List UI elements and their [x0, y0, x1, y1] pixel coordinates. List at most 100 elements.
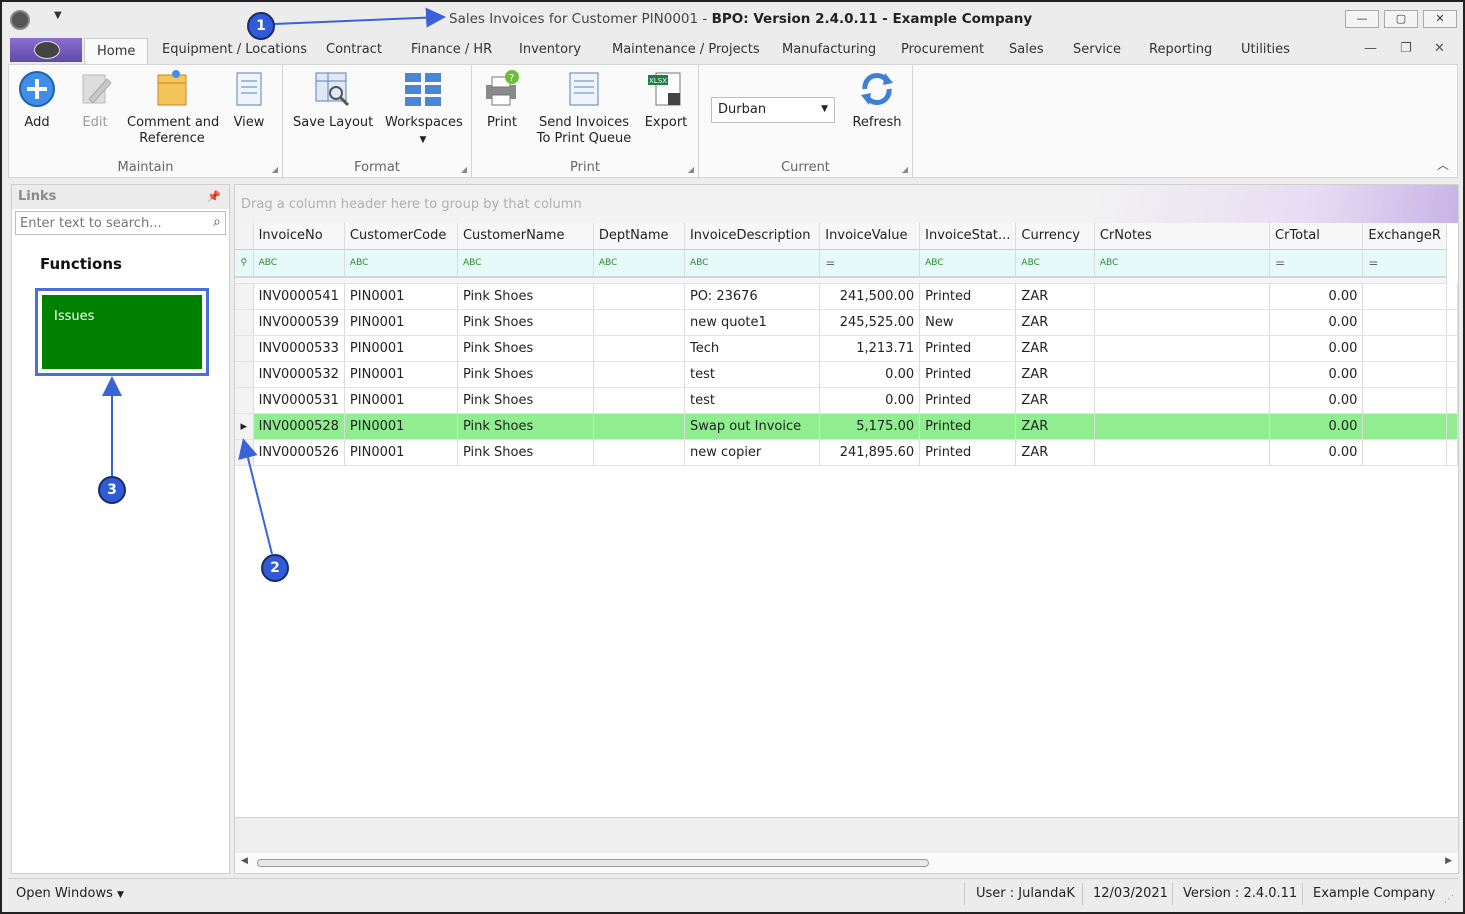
workspaces-button[interactable]: Workspaces ▼ [385, 69, 463, 148]
cell-crtotal[interactable]: 0.00 [1269, 283, 1364, 310]
table-row[interactable]: INV0000541 PIN0001 Pink Shoes PO: 23676 241,… [235, 283, 1458, 310]
cell-customercode[interactable]: PIN0001 [344, 309, 458, 336]
cell-currency[interactable]: ZAR [1015, 309, 1095, 336]
refresh-button[interactable]: Refresh [849, 69, 905, 131]
close-button[interactable]: ✕ [1423, 10, 1457, 28]
horizontal-scrollbar[interactable]: ◀ ▶ [235, 853, 1458, 873]
cell-customername[interactable]: Pink Shoes [457, 439, 594, 466]
cell-invoiceno[interactable]: INV0000526 [253, 439, 345, 466]
column-header-currency[interactable]: Currency [1015, 223, 1095, 250]
mdi-close-icon[interactable]: ✕ [1434, 41, 1445, 56]
cell-invoicedescription[interactable]: new copier [684, 439, 821, 466]
table-row[interactable]: INV0000532 PIN0001 Pink Shoes test 0.00 Print… [235, 361, 1458, 388]
cell-deptname[interactable] [593, 387, 685, 414]
cell-currency[interactable]: ZAR [1015, 439, 1095, 466]
tab-manufacturing[interactable]: Manufacturing [782, 42, 876, 57]
row-indicator[interactable] [235, 439, 254, 466]
group-by-panel[interactable]: Drag a column header here to group by th… [235, 185, 1458, 223]
cell-exchange[interactable] [1362, 387, 1447, 414]
filter-contains-icon[interactable]: ABC [457, 249, 594, 278]
cell-crtotal[interactable]: 0.00 [1269, 439, 1364, 466]
cell-invoicevalue[interactable]: 1,213.71 [819, 335, 921, 362]
cell-invoiceno[interactable]: INV0000531 [253, 387, 345, 414]
row-indicator[interactable] [235, 283, 254, 310]
column-header-invoicevalue[interactable]: InvoiceValue [819, 223, 921, 250]
tab-service[interactable]: Service [1073, 42, 1121, 57]
tab-sales[interactable]: Sales [1009, 42, 1044, 57]
table-row[interactable]: INV0000531 PIN0001 Pink Shoes test 0.00 Print… [235, 387, 1458, 414]
column-header-invoiceno[interactable]: InvoiceNo [253, 223, 345, 250]
cell-crnotes[interactable] [1094, 309, 1271, 336]
cell-customername[interactable]: Pink Shoes [457, 283, 594, 310]
current-launcher-icon[interactable]: ◢ [902, 165, 908, 174]
edit-button[interactable]: Edit [73, 69, 117, 131]
cell-customercode[interactable]: PIN0001 [344, 361, 458, 388]
cell-currency[interactable]: ZAR [1015, 387, 1095, 414]
tab-utilities[interactable]: Utilities [1241, 42, 1290, 57]
cell-customercode[interactable]: PIN0001 [344, 439, 458, 466]
print-launcher-icon[interactable]: ◢ [688, 165, 694, 174]
row-focus-indicator-icon[interactable]: ▸ [235, 413, 254, 440]
cell-invoicestatus[interactable]: Printed [919, 439, 1017, 466]
filter-contains-icon[interactable]: ABC [1015, 249, 1095, 278]
tab-home[interactable]: Home [84, 38, 149, 65]
column-header-crnotes[interactable]: CrNotes [1094, 223, 1271, 250]
column-header-customername[interactable]: CustomerName [457, 223, 594, 250]
column-header-customercode[interactable]: CustomerCode [344, 223, 458, 250]
maintain-launcher-icon[interactable]: ◢ [272, 165, 278, 174]
filter-equals-icon[interactable]: = [819, 249, 921, 278]
cell-crnotes[interactable] [1094, 439, 1271, 466]
filter-contains-icon[interactable]: ABC [344, 249, 458, 278]
cell-exchange[interactable] [1362, 439, 1447, 466]
cell-invoicevalue[interactable]: 241,500.00 [819, 283, 921, 310]
column-header-invoicestatus[interactable]: InvoiceStat... [919, 223, 1017, 250]
tab-equipment-locations[interactable]: Equipment / Locations [162, 42, 307, 57]
cell-currency[interactable]: ZAR [1015, 413, 1095, 440]
filter-contains-icon[interactable]: ABC [684, 249, 821, 278]
row-indicator[interactable] [235, 361, 254, 388]
cell-crtotal[interactable]: 0.00 [1269, 309, 1364, 336]
table-row[interactable]: INV0000526 PIN0001 Pink Shoes new copier 241… [235, 439, 1458, 466]
scroll-left-icon[interactable]: ◀ [241, 856, 248, 866]
cell-invoicestatus[interactable]: Printed [919, 413, 1017, 440]
cell-currency[interactable]: ZAR [1015, 283, 1095, 310]
format-launcher-icon[interactable]: ◢ [461, 165, 467, 174]
cell-exchange[interactable] [1362, 361, 1447, 388]
cell-invoiceno[interactable]: INV0000539 [253, 309, 345, 336]
cell-invoicevalue[interactable]: 245,525.00 [819, 309, 921, 336]
cell-customername[interactable]: Pink Shoes [457, 413, 594, 440]
cell-invoicedescription[interactable]: Swap out Invoice [684, 413, 821, 440]
cell-exchange[interactable] [1362, 335, 1447, 362]
application-menu-button[interactable] [10, 38, 82, 62]
cell-invoicedescription[interactable]: test [684, 361, 821, 388]
site-dropdown[interactable]: Durban ▼ [711, 97, 835, 123]
filter-contains-icon[interactable]: ABC [919, 249, 1017, 278]
cell-invoicevalue[interactable]: 5,175.00 [819, 413, 921, 440]
send-invoices-to-print-queue-button[interactable]: Send Invoices To Print Queue [536, 69, 632, 147]
cell-invoicestatus[interactable]: Printed [919, 283, 1017, 310]
add-button[interactable]: Add [15, 69, 59, 131]
cell-invoicedescription[interactable]: PO: 23676 [684, 283, 821, 310]
filter-equals-icon[interactable]: = [1269, 249, 1364, 278]
cell-invoicestatus[interactable]: Printed [919, 387, 1017, 414]
cell-invoicestatus[interactable]: Printed [919, 335, 1017, 362]
cell-crnotes[interactable] [1094, 387, 1271, 414]
tab-contract[interactable]: Contract [326, 42, 382, 57]
tab-finance-hr[interactable]: Finance / HR [411, 42, 492, 57]
cell-currency[interactable]: ZAR [1015, 361, 1095, 388]
column-header-crtotal[interactable]: CrTotal [1269, 223, 1364, 250]
cell-invoicedescription[interactable]: test [684, 387, 821, 414]
cell-crnotes[interactable] [1094, 335, 1271, 362]
row-indicator[interactable] [235, 387, 254, 414]
cell-invoicedescription[interactable]: new quote1 [684, 309, 821, 336]
view-button[interactable]: View [229, 69, 269, 131]
cell-invoicestatus[interactable]: Printed [919, 361, 1017, 388]
mdi-minimize-icon[interactable]: — [1364, 41, 1377, 56]
cell-customercode[interactable]: PIN0001 [344, 283, 458, 310]
cell-crnotes[interactable] [1094, 413, 1271, 440]
minimize-button[interactable]: — [1345, 10, 1379, 28]
cell-crtotal[interactable]: 0.00 [1269, 387, 1364, 414]
cell-deptname[interactable] [593, 309, 685, 336]
cell-exchange[interactable] [1362, 283, 1447, 310]
cell-crnotes[interactable] [1094, 361, 1271, 388]
